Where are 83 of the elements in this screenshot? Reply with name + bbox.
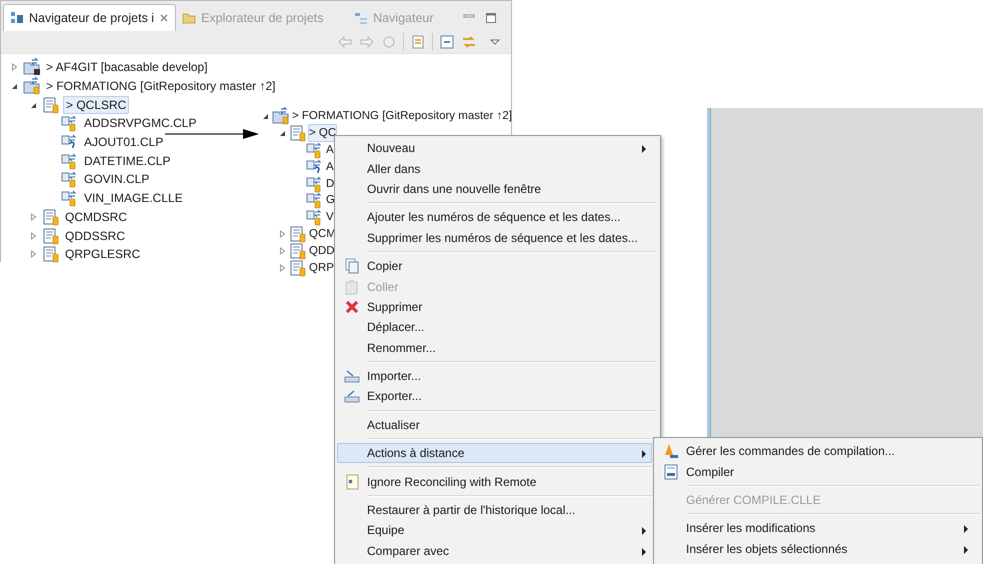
paste-icon bbox=[344, 278, 360, 295]
document-icon bbox=[663, 464, 679, 480]
menu-item[interactable]: Insérer les modifications bbox=[656, 518, 980, 539]
file-icon bbox=[306, 141, 324, 159]
tree-item[interactable]: VIN_IMAGE.CLLE bbox=[82, 190, 185, 206]
cone-icon bbox=[663, 443, 679, 460]
file-icon bbox=[306, 158, 324, 176]
document-icon bbox=[42, 208, 60, 226]
menu-item[interactable]: Importer... bbox=[337, 366, 652, 386]
folder-icon bbox=[23, 58, 41, 76]
file-icon bbox=[61, 152, 79, 170]
tree-item[interactable]: A bbox=[325, 141, 335, 159]
link-arrows-icon[interactable] bbox=[461, 34, 477, 50]
menu-item[interactable]: Aller dans bbox=[337, 158, 652, 179]
tree-item[interactable]: ADDSRVPGMC.CLP bbox=[82, 115, 198, 132]
folder-icon bbox=[23, 77, 41, 96]
menu-item[interactable]: Gérer les commandes de compilation... bbox=[656, 441, 980, 462]
file-icon bbox=[306, 174, 324, 193]
import-icon bbox=[344, 368, 360, 384]
submenu-arrow-icon bbox=[963, 546, 969, 554]
submenu-arrow-icon bbox=[641, 145, 647, 153]
back-arrow-icon[interactable] bbox=[337, 34, 353, 50]
copy-icon bbox=[344, 258, 360, 274]
tree-item[interactable]: QDDSSRC bbox=[63, 228, 128, 244]
document-icon bbox=[42, 226, 60, 245]
menu-item[interactable]: Ouvrir dans une nouvelle fenêtre bbox=[337, 178, 652, 200]
submenu-arrow-icon bbox=[963, 525, 969, 534]
menu-item[interactable]: Exporter... bbox=[337, 386, 652, 407]
document-icon bbox=[289, 224, 307, 243]
document-icon bbox=[42, 96, 60, 114]
tree-item[interactable]: QRP bbox=[308, 258, 335, 277]
document-icon[interactable] bbox=[410, 34, 426, 50]
document-icon bbox=[289, 124, 307, 142]
tree-item[interactable]: QDD bbox=[308, 242, 336, 260]
menu-item[interactable]: Supprimer bbox=[337, 296, 652, 318]
file-icon bbox=[306, 191, 324, 210]
menu-item[interactable]: Ignore Reconciling with Remote bbox=[337, 471, 652, 492]
tree-icon bbox=[10, 11, 24, 25]
menu-item[interactable]: Copier bbox=[337, 256, 652, 276]
maximize-icon[interactable] bbox=[485, 12, 497, 24]
tree-item[interactable]: > QC bbox=[308, 124, 338, 142]
menu-item[interactable]: Actions à distance bbox=[337, 443, 652, 464]
menu-item[interactable]: Renommer... bbox=[337, 338, 652, 358]
tree-item[interactable]: > FORMATIONG [GitRepository master ↑2] bbox=[44, 78, 278, 94]
menu-item[interactable]: Déplacer... bbox=[337, 317, 652, 338]
menu-item[interactable]: Compiler bbox=[656, 461, 980, 482]
collapse-all-icon[interactable] bbox=[439, 34, 455, 50]
menu-item[interactable]: Restaurer à partir de l'historique local... bbox=[337, 500, 652, 520]
tree-item[interactable]: QRPGLESRC bbox=[63, 246, 142, 262]
file-icon bbox=[61, 170, 79, 188]
export-icon bbox=[344, 388, 360, 404]
file-icon bbox=[61, 114, 79, 132]
document-icon bbox=[344, 474, 360, 490]
tree-item[interactable]: > QCLSRC bbox=[63, 96, 130, 114]
folder-icon bbox=[182, 11, 196, 25]
tree-icon bbox=[354, 11, 368, 25]
submenu-arrow-icon bbox=[641, 527, 647, 536]
tree-item[interactable]: AJOUT01.CLP bbox=[82, 134, 166, 150]
menu-item[interactable]: Supprimer les numéros de séquence et les dates... bbox=[337, 228, 652, 248]
menu-item[interactable]: Actualiser bbox=[337, 414, 652, 436]
delete-icon bbox=[344, 298, 360, 315]
close-icon[interactable] bbox=[159, 13, 170, 23]
menu-item[interactable]: Comparer avec bbox=[337, 540, 652, 562]
tree-item[interactable]: A bbox=[325, 158, 335, 176]
tree-item[interactable]: > FORMATIONG [GitRepository master ↑2] bbox=[291, 107, 513, 126]
tree-item[interactable]: QCMDSRC bbox=[63, 208, 129, 225]
menu-item[interactable]: Insérer les objets sélectionnés bbox=[656, 538, 980, 559]
file-icon bbox=[306, 208, 324, 226]
menu-item[interactable]: Equipe bbox=[337, 520, 652, 541]
tree-item[interactable]: GOVIN.CLP bbox=[82, 171, 152, 188]
tree-item[interactable]: G bbox=[325, 191, 336, 210]
submenu-arrow-icon bbox=[641, 450, 647, 458]
view-tab[interactable]: Navigateur de projets i bbox=[3, 4, 176, 31]
folder-icon bbox=[272, 107, 290, 126]
menu-item[interactable]: Ajouter les numéros de séquence et les dates... bbox=[337, 207, 652, 228]
forward-arrow-icon[interactable] bbox=[359, 34, 375, 50]
submenu-arrow-icon bbox=[641, 548, 647, 556]
menu-item[interactable]: Nouveau bbox=[337, 138, 652, 158]
tree-item[interactable]: > AF4GIT [bacasable develop] bbox=[44, 59, 210, 76]
tree-item[interactable]: DATETIME.CLP bbox=[82, 152, 172, 169]
tree-item[interactable]: V bbox=[325, 208, 335, 226]
file-icon bbox=[61, 189, 79, 208]
tree-item[interactable]: D bbox=[325, 174, 336, 193]
